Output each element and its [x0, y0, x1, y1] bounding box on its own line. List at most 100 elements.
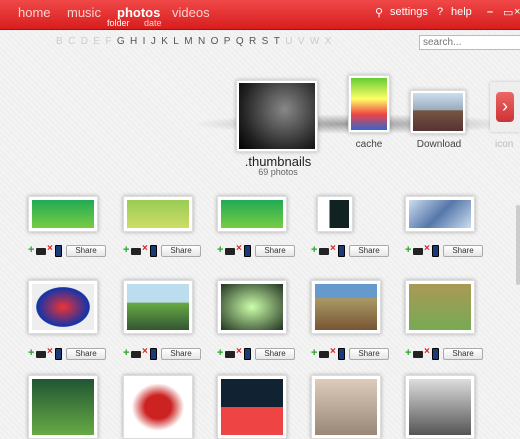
nav-videos[interactable]: videos	[172, 5, 210, 20]
add-icon[interactable]: +	[217, 244, 223, 256]
help-link[interactable]: help	[451, 6, 472, 18]
photo-thumbnail[interactable]	[405, 375, 475, 439]
folder-thumbnails[interactable]	[236, 80, 318, 152]
share-button[interactable]: Share	[66, 245, 106, 257]
alphabet-letter-r[interactable]: R	[249, 36, 256, 47]
alphabet-letter-s[interactable]: S	[262, 36, 269, 47]
photo-thumbnail[interactable]	[28, 196, 98, 232]
phone-icon[interactable]	[338, 245, 345, 257]
alphabet-letter-n[interactable]: N	[198, 36, 205, 47]
add-icon[interactable]: +	[28, 244, 34, 256]
add-icon[interactable]: +	[123, 244, 129, 256]
phone-icon[interactable]	[244, 348, 251, 360]
delete-icon[interactable]: ×	[142, 346, 148, 357]
photo-thumbnail[interactable]	[317, 196, 353, 232]
share-button[interactable]: Share	[443, 245, 483, 257]
alphabet-letter-p[interactable]: P	[224, 36, 231, 47]
add-icon[interactable]: +	[311, 244, 317, 256]
share-button[interactable]: Share	[349, 348, 389, 360]
photo-thumbnail[interactable]	[405, 280, 475, 334]
phone-icon[interactable]	[432, 348, 439, 360]
phone-icon[interactable]	[55, 245, 62, 257]
alphabet-letter-k[interactable]: K	[161, 36, 168, 47]
share-button[interactable]: Share	[66, 348, 106, 360]
settings-icon[interactable]: ⚲	[375, 6, 383, 19]
settings-link[interactable]: settings	[390, 6, 428, 18]
share-button[interactable]: Share	[255, 348, 295, 360]
delete-icon[interactable]: ×	[47, 346, 53, 357]
delete-icon[interactable]: ×	[424, 243, 430, 254]
alphabet-letter-w[interactable]: W	[310, 36, 319, 47]
alphabet-letter-v[interactable]: V	[298, 36, 305, 47]
alphabet-letter-e[interactable]: E	[93, 36, 100, 47]
subnav-folder[interactable]: folder	[107, 18, 130, 28]
alphabet-letter-l[interactable]: L	[173, 36, 179, 47]
car-icon[interactable]	[319, 351, 329, 358]
car-icon[interactable]	[413, 351, 423, 358]
share-button[interactable]: Share	[255, 245, 295, 257]
photo-thumbnail[interactable]	[123, 280, 193, 334]
add-icon[interactable]: +	[123, 347, 129, 359]
photo-thumbnail[interactable]	[28, 280, 98, 334]
add-icon[interactable]: +	[217, 347, 223, 359]
subnav-date[interactable]: date	[144, 18, 162, 28]
alphabet-letter-f[interactable]: F	[105, 36, 111, 47]
maximize-icon[interactable]: ▭	[503, 6, 513, 19]
nav-home[interactable]: home	[18, 5, 51, 20]
photo-thumbnail[interactable]	[311, 280, 381, 334]
alphabet-letter-o[interactable]: O	[211, 36, 219, 47]
carousel-next-button[interactable]: ›	[490, 82, 520, 132]
alphabet-letter-u[interactable]: U	[285, 36, 292, 47]
alphabet-letter-i[interactable]: I	[143, 36, 146, 47]
search-input[interactable]	[419, 35, 520, 50]
delete-icon[interactable]: ×	[330, 243, 336, 254]
nav-music[interactable]: music	[67, 5, 101, 20]
delete-icon[interactable]: ×	[424, 346, 430, 357]
alphabet-letter-q[interactable]: Q	[236, 36, 244, 47]
car-icon[interactable]	[225, 248, 235, 255]
folder-cache[interactable]	[348, 75, 390, 133]
phone-icon[interactable]	[55, 348, 62, 360]
car-icon[interactable]	[36, 248, 46, 255]
car-icon[interactable]	[36, 351, 46, 358]
share-button[interactable]: Share	[161, 245, 201, 257]
delete-icon[interactable]: ×	[330, 346, 336, 357]
phone-icon[interactable]	[150, 245, 157, 257]
alphabet-letter-g[interactable]: G	[117, 36, 125, 47]
folder-download[interactable]	[410, 90, 466, 134]
share-button[interactable]: Share	[349, 245, 389, 257]
photo-thumbnail[interactable]	[217, 280, 287, 334]
add-icon[interactable]: +	[405, 347, 411, 359]
alphabet-letter-h[interactable]: H	[130, 36, 137, 47]
photo-thumbnail[interactable]	[28, 375, 98, 439]
share-button[interactable]: Share	[443, 348, 483, 360]
alphabet-letter-m[interactable]: M	[184, 36, 192, 47]
phone-icon[interactable]	[150, 348, 157, 360]
alphabet-letter-d[interactable]: D	[81, 36, 88, 47]
alphabet-letter-c[interactable]: C	[68, 36, 75, 47]
delete-icon[interactable]: ×	[142, 243, 148, 254]
car-icon[interactable]	[319, 248, 329, 255]
photo-thumbnail[interactable]	[217, 196, 287, 232]
scrollbar[interactable]	[516, 205, 520, 285]
delete-icon[interactable]: ×	[236, 243, 242, 254]
car-icon[interactable]	[131, 248, 141, 255]
car-icon[interactable]	[225, 351, 235, 358]
delete-icon[interactable]: ×	[47, 243, 53, 254]
phone-icon[interactable]	[432, 245, 439, 257]
photo-thumbnail[interactable]	[123, 375, 193, 439]
share-button[interactable]: Share	[161, 348, 201, 360]
minimize-icon[interactable]: –	[487, 6, 493, 18]
delete-icon[interactable]: ×	[236, 346, 242, 357]
add-icon[interactable]: +	[311, 347, 317, 359]
alphabet-letter-x[interactable]: X	[325, 36, 332, 47]
close-icon[interactable]: ×	[514, 6, 520, 18]
photo-thumbnail[interactable]	[405, 196, 475, 232]
photo-thumbnail[interactable]	[217, 375, 287, 439]
car-icon[interactable]	[413, 248, 423, 255]
alphabet-letter-j[interactable]: J	[151, 36, 156, 47]
photo-thumbnail[interactable]	[311, 375, 381, 439]
phone-icon[interactable]	[244, 245, 251, 257]
alphabet-letter-b[interactable]: B	[56, 36, 63, 47]
alphabet-letter-t[interactable]: T	[274, 36, 280, 47]
